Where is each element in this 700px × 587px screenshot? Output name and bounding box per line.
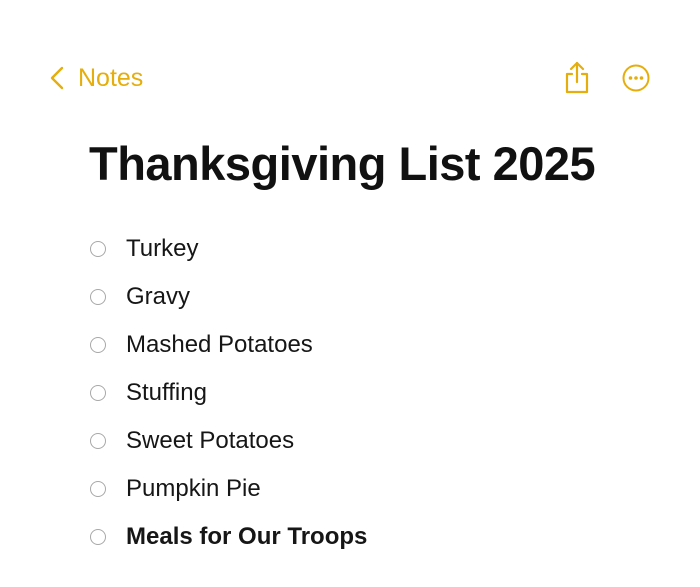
checklist-item[interactable]: Stuffing: [88, 369, 367, 417]
checklist-item[interactable]: Sweet Potatoes: [88, 417, 367, 465]
navigation-bar: Notes: [0, 0, 700, 120]
note-title[interactable]: Thanksgiving List 2025: [89, 136, 596, 191]
share-icon: [562, 60, 592, 96]
checklist-item-text[interactable]: Mashed Potatoes: [126, 331, 313, 359]
checklist-item[interactable]: Meals for Our Troops: [88, 513, 367, 561]
checklist-item-text[interactable]: Meals for Our Troops: [126, 523, 367, 551]
back-button[interactable]: Notes: [50, 60, 143, 96]
checklist-item[interactable]: Pumpkin Pie: [88, 465, 367, 513]
checklist: Turkey Gravy Mashed Potatoes Stuffing Sw…: [88, 225, 367, 561]
checkbox-circle[interactable]: [90, 337, 106, 353]
checklist-item-text[interactable]: Gravy: [126, 283, 190, 311]
chevron-left-icon: [50, 66, 64, 90]
share-button[interactable]: [562, 60, 592, 96]
checkbox-circle[interactable]: [90, 529, 106, 545]
checkbox-circle[interactable]: [90, 385, 106, 401]
checklist-item[interactable]: Mashed Potatoes: [88, 321, 367, 369]
checkbox-circle[interactable]: [90, 241, 106, 257]
checklist-item-text[interactable]: Pumpkin Pie: [126, 475, 261, 503]
ellipsis-circle-icon: [620, 62, 652, 94]
checklist-item-text[interactable]: Sweet Potatoes: [126, 427, 294, 455]
checkbox-circle[interactable]: [90, 481, 106, 497]
more-button[interactable]: [620, 62, 652, 94]
checklist-item[interactable]: Turkey: [88, 225, 367, 273]
checkbox-circle[interactable]: [90, 433, 106, 449]
checklist-item[interactable]: Gravy: [88, 273, 367, 321]
checklist-item-text[interactable]: Stuffing: [126, 379, 207, 407]
checkbox-circle[interactable]: [90, 289, 106, 305]
checklist-item-text[interactable]: Turkey: [126, 235, 198, 263]
back-label: Notes: [78, 63, 144, 92]
